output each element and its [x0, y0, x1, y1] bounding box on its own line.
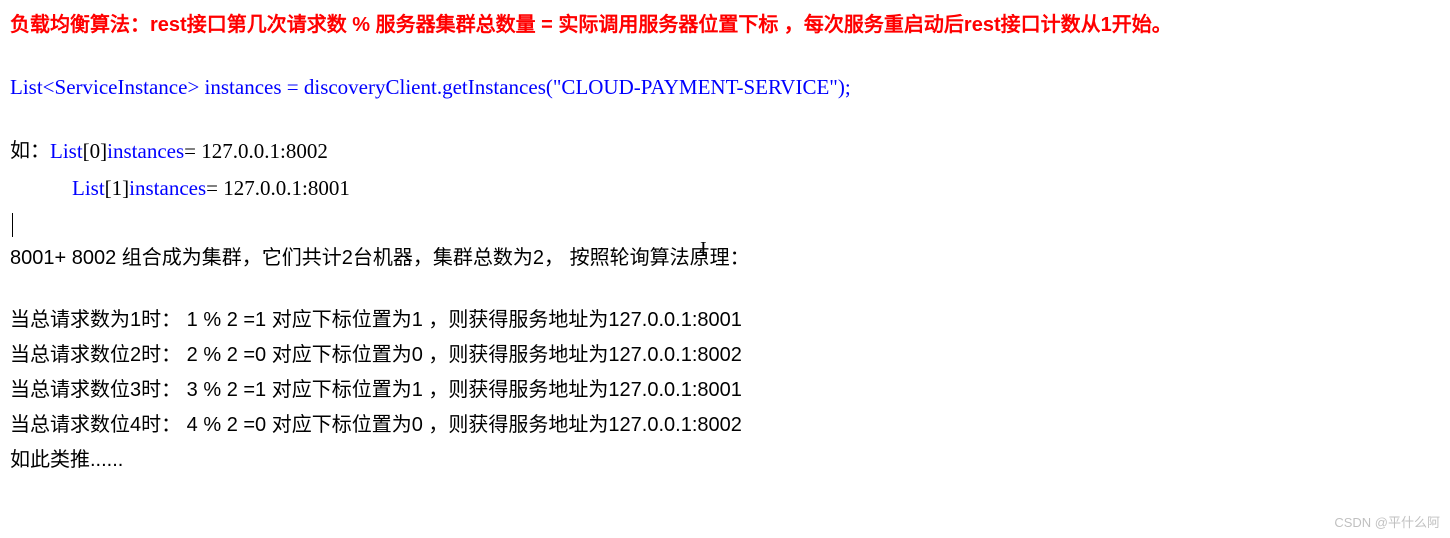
list-keyword: List [72, 171, 105, 207]
example-prefix: 如： [10, 134, 50, 170]
rule-line: 如此类推...... [10, 443, 1440, 478]
instance-value: = 127.0.0.1:8002 [184, 134, 328, 170]
code-snippet: List<ServiceInstance> instances = discov… [10, 70, 1440, 106]
rules-block: 当总请求数为1时： 1 % 2 =1 对应下标位置为1 ，则获得服务地址为127… [10, 303, 1440, 478]
list-index: [1] [105, 171, 130, 207]
explain-text: 8001+ 8002 组合成为集群，它们共计2台机器，集群总数为2， 按照轮询算… [10, 241, 1440, 275]
rule-line: 当总请求数位3时： 3 % 2 =1 对应下标位置为1 ，则获得服务地址为127… [10, 373, 1440, 408]
instances-keyword: instances [129, 171, 206, 207]
instance-value: = 127.0.0.1:8001 [206, 171, 350, 207]
watermark: CSDN @平什么阿 [1334, 512, 1440, 534]
ibeam-cursor-icon: I [700, 232, 707, 266]
example-row: 如： List [0] instances = 127.0.0.1:8002 [10, 134, 1440, 170]
rule-line: 当总请求数位2时： 2 % 2 =0 对应下标位置为0 ，则获得服务地址为127… [10, 338, 1440, 373]
algorithm-title: 负载均衡算法：rest接口第几次请求数 % 服务器集群总数量 = 实际调用服务器… [10, 8, 1440, 42]
list-keyword: List [50, 134, 83, 170]
instances-keyword: instances [107, 134, 184, 170]
cursor-line [10, 211, 1440, 241]
list-index: [0] [83, 134, 108, 170]
rule-line: 当总请求数位4时： 4 % 2 =0 对应下标位置为0 ，则获得服务地址为127… [10, 408, 1440, 443]
text-caret-icon [12, 213, 13, 237]
example-block: 如： List [0] instances = 127.0.0.1:8002 L… [10, 134, 1440, 207]
example-row: List [1] instances = 127.0.0.1:8001 [10, 171, 1440, 207]
rule-line: 当总请求数为1时： 1 % 2 =1 对应下标位置为1 ，则获得服务地址为127… [10, 303, 1440, 338]
